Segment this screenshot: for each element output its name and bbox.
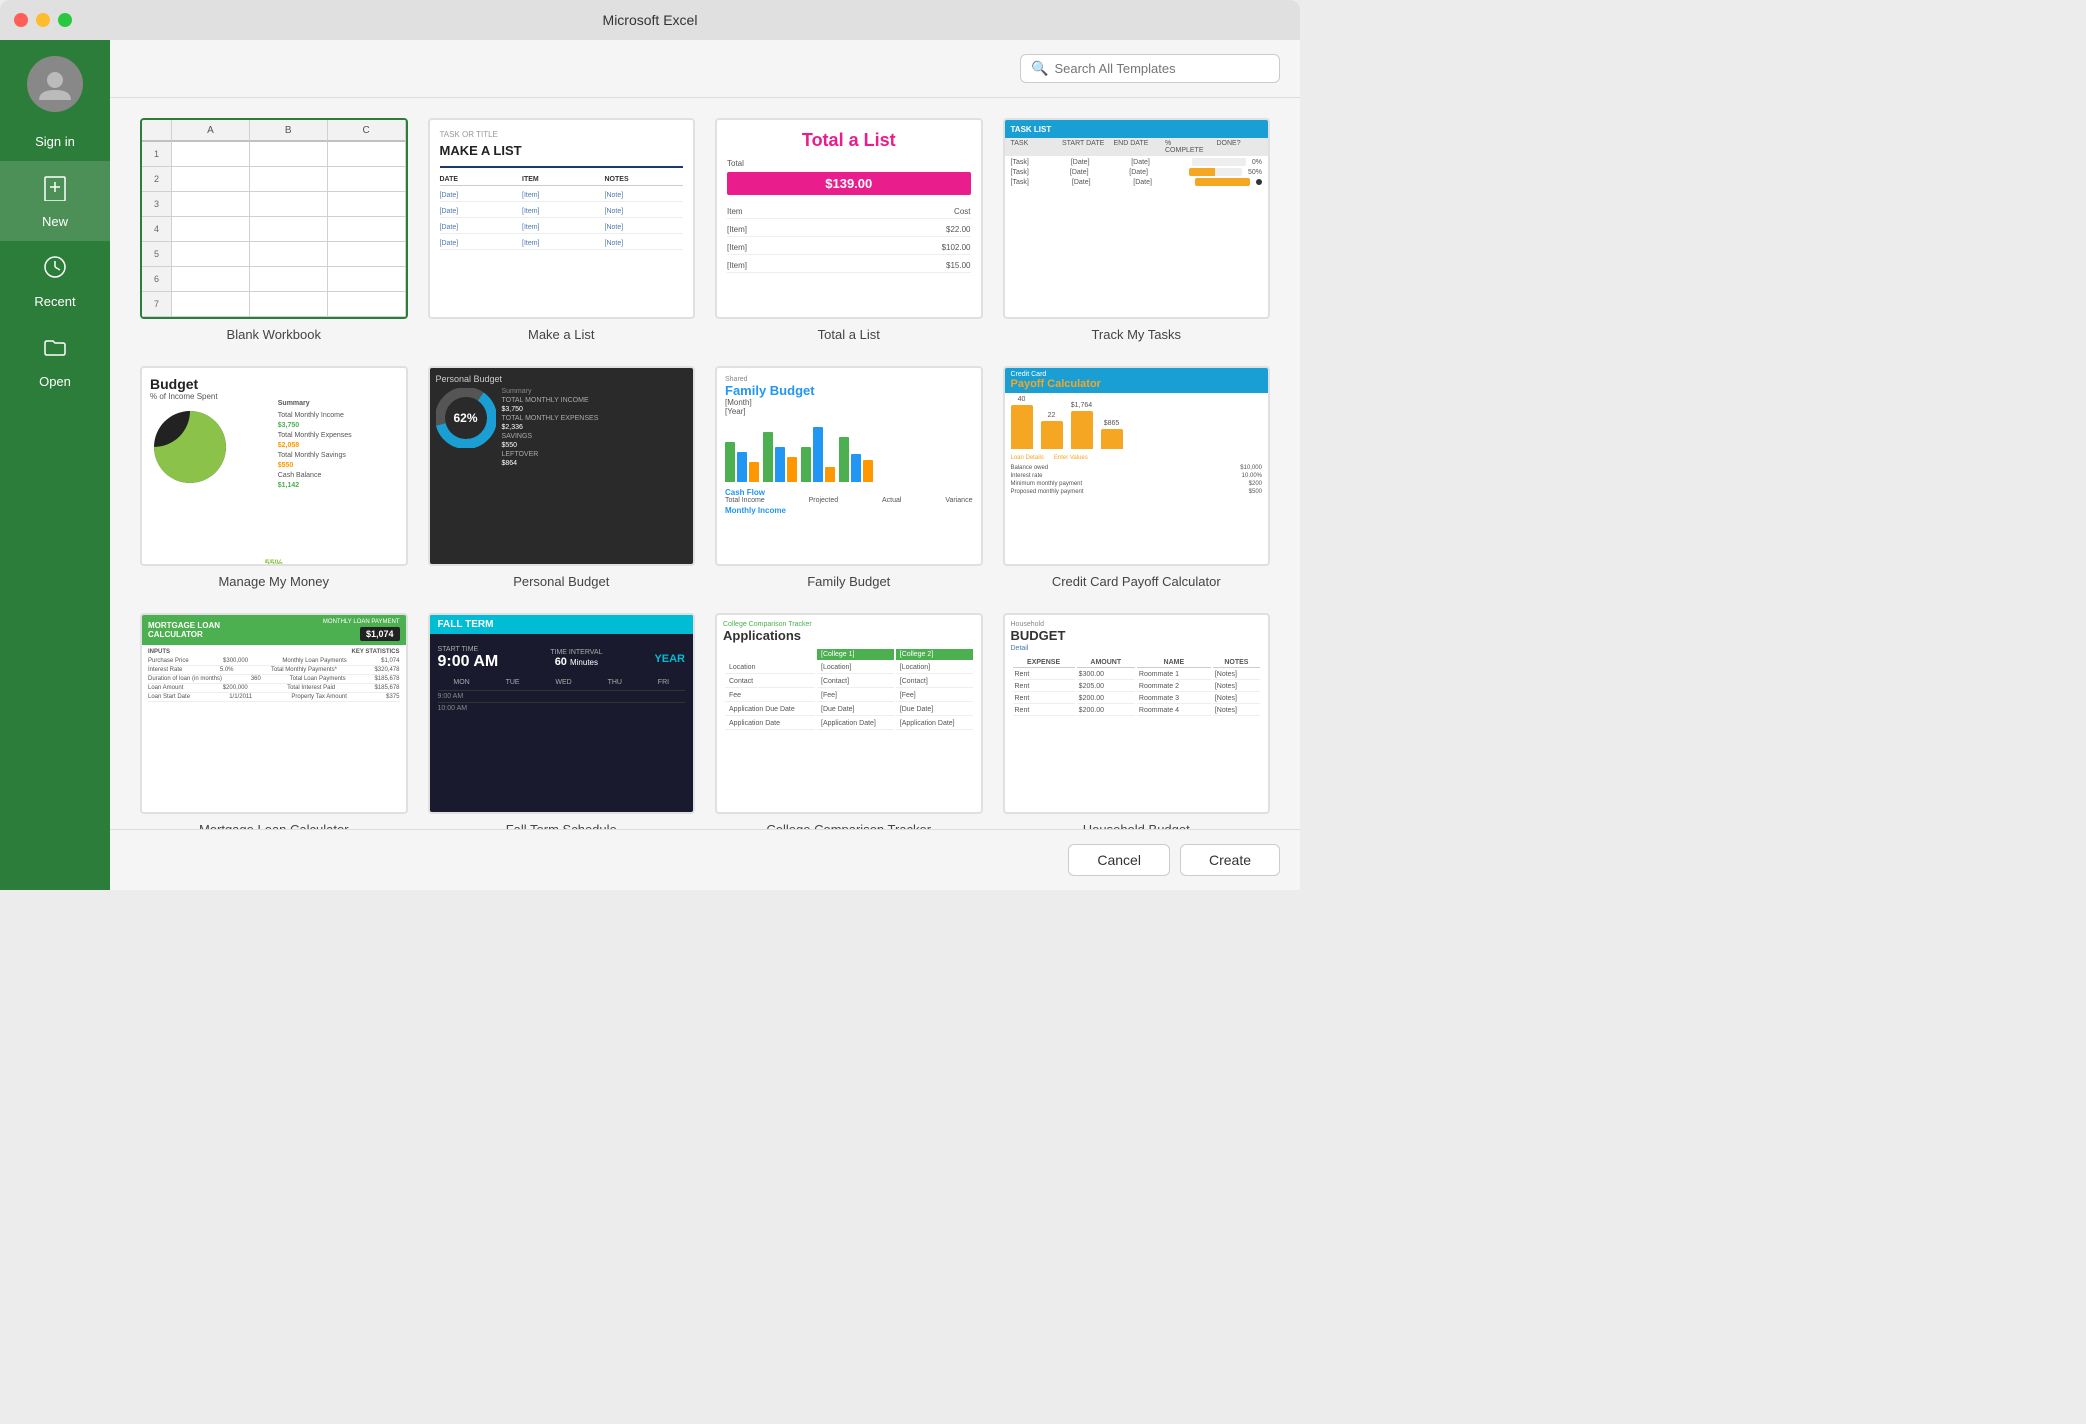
new-icon: [41, 173, 69, 208]
title-bar: Microsoft Excel: [0, 0, 1300, 40]
template-thumb-make-a-list: TASK OR TITLE MAKE A LIST DATE ITEM NOTE…: [428, 118, 696, 319]
bottom-bar: Cancel Create: [110, 829, 1300, 890]
template-college-comparison[interactable]: College Comparison Tracker Applications …: [715, 613, 983, 829]
window-title: Microsoft Excel: [603, 12, 698, 28]
template-thumb-blank-workbook: A B C 1 2 3 4 5 6 7: [140, 118, 408, 319]
template-total-a-list[interactable]: Total a List Total $139.00 ItemCost [Ite…: [715, 118, 983, 342]
template-label-family-budget: Family Budget: [807, 574, 890, 589]
close-button[interactable]: [14, 13, 28, 27]
cancel-button[interactable]: Cancel: [1068, 844, 1170, 876]
template-thumb-household-budget: Household BUDGET Detail EXPENSE AMOUNT N…: [1003, 613, 1271, 814]
main-content: 🔍 A B C 1 2 3 4 5: [110, 40, 1300, 890]
template-label-total-a-list: Total a List: [818, 327, 880, 342]
template-label-college-comparison: College Comparison Tracker: [766, 822, 931, 829]
template-label-household-budget: Household Budget: [1083, 822, 1190, 829]
template-make-a-list[interactable]: TASK OR TITLE MAKE A LIST DATE ITEM NOTE…: [428, 118, 696, 342]
template-credit-card-payoff[interactable]: Credit Card Payoff Calculator 40 22: [1003, 366, 1271, 590]
template-mortgage-loan[interactable]: MORTGAGE LOANCALCULATOR MONTHLY LOAN PAY…: [140, 613, 408, 829]
template-blank-workbook[interactable]: A B C 1 2 3 4 5 6 7 Blank Workbook: [140, 118, 408, 342]
search-icon: 🔍: [1031, 60, 1048, 77]
template-label-credit-card-payoff: Credit Card Payoff Calculator: [1052, 574, 1221, 589]
clock-icon: [41, 253, 69, 288]
template-fall-term[interactable]: FALL TERM START TIME 9:00 AM TIME INTERV…: [428, 613, 696, 829]
template-label-mortgage-loan: Mortgage Loan Calculator: [199, 822, 349, 829]
template-thumb-college-comparison: College Comparison Tracker Applications …: [715, 613, 983, 814]
search-input[interactable]: [1054, 61, 1269, 76]
template-thumb-fall-term: FALL TERM START TIME 9:00 AM TIME INTERV…: [428, 613, 696, 814]
sidebar: Sign in New Recent: [0, 40, 110, 890]
template-label-track-my-tasks: Track My Tasks: [1091, 327, 1181, 342]
sidebar-item-recent[interactable]: Recent: [0, 241, 110, 321]
template-track-my-tasks[interactable]: TASK LIST TASK START DATE END DATE % COM…: [1003, 118, 1271, 342]
template-personal-budget[interactable]: Personal Budget 62% Summary: [428, 366, 696, 590]
template-thumb-mortgage-loan: MORTGAGE LOANCALCULATOR MONTHLY LOAN PAY…: [140, 613, 408, 814]
template-label-manage-my-money: Manage My Money: [218, 574, 329, 589]
search-box[interactable]: 🔍: [1020, 54, 1280, 83]
template-label-blank-workbook: Blank Workbook: [227, 327, 321, 342]
sidebar-item-open[interactable]: Open: [0, 321, 110, 401]
template-thumb-family-budget: Shared Family Budget [Month][Year]: [715, 366, 983, 567]
template-thumb-total-a-list: Total a List Total $139.00 ItemCost [Ite…: [715, 118, 983, 319]
template-thumb-credit-card-payoff: Credit Card Payoff Calculator 40 22: [1003, 366, 1271, 567]
template-household-budget[interactable]: Household BUDGET Detail EXPENSE AMOUNT N…: [1003, 613, 1271, 829]
sidebar-item-new[interactable]: New: [0, 161, 110, 241]
avatar: [27, 56, 83, 112]
create-button[interactable]: Create: [1180, 844, 1280, 876]
template-family-budget[interactable]: Shared Family Budget [Month][Year]: [715, 366, 983, 590]
template-thumb-manage-my-money: Budget % of Income Spent 55% Summary Tot…: [140, 366, 408, 567]
template-label-fall-term: Fall Term Schedule: [506, 822, 617, 829]
app-body: Sign in New Recent: [0, 40, 1300, 890]
template-label-personal-budget: Personal Budget: [513, 574, 609, 589]
top-bar: 🔍: [110, 40, 1300, 98]
template-manage-my-money[interactable]: Budget % of Income Spent 55% Summary Tot…: [140, 366, 408, 590]
templates-grid: A B C 1 2 3 4 5 6 7 Blank Workbook: [110, 98, 1300, 829]
maximize-button[interactable]: [58, 13, 72, 27]
folder-icon: [41, 333, 69, 368]
minimize-button[interactable]: [36, 13, 50, 27]
template-label-make-a-list: Make a List: [528, 327, 594, 342]
sidebar-item-signin[interactable]: Sign in: [0, 122, 110, 161]
template-thumb-track-my-tasks: TASK LIST TASK START DATE END DATE % COM…: [1003, 118, 1271, 319]
template-thumb-personal-budget: Personal Budget 62% Summary: [428, 366, 696, 567]
traffic-lights: [14, 13, 72, 27]
